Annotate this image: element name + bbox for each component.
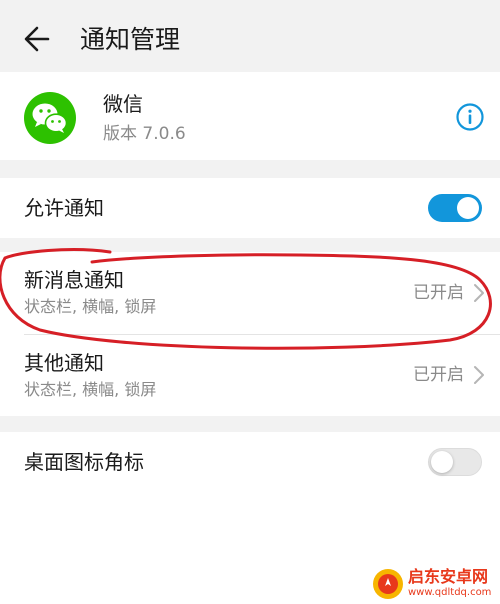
chevron-right-icon <box>474 284 484 302</box>
toggle-knob <box>431 451 453 473</box>
allow-notifications-label: 允许通知 <box>24 196 104 220</box>
channel-status: 已开启 <box>413 365 464 385</box>
desktop-badge-toggle[interactable] <box>428 448 482 476</box>
title-bar: 通知管理 <box>0 0 500 72</box>
app-info-button[interactable] <box>455 102 485 132</box>
watermark-name: 启东安卓网 <box>408 567 489 586</box>
chevron-right-icon <box>474 366 484 384</box>
app-info-card: 微信 版本 7.0.6 <box>0 72 500 160</box>
info-icon <box>456 103 484 131</box>
allow-notifications-row: 允许通知 <box>0 178 500 238</box>
app-name: 微信 <box>103 92 143 116</box>
watermark-logo-icon <box>373 569 403 599</box>
back-button[interactable] <box>18 20 58 60</box>
other-notification-row[interactable]: 其他通知 状态栏, 横幅, 锁屏 已开启 <box>0 335 500 416</box>
app-version: 版本 7.0.6 <box>103 124 186 144</box>
page-title: 通知管理 <box>80 25 181 54</box>
channel-status: 已开启 <box>413 283 464 303</box>
channel-detail: 状态栏, 横幅, 锁屏 <box>24 380 157 399</box>
channel-detail: 状态栏, 横幅, 锁屏 <box>24 297 157 316</box>
channel-label: 新消息通知 <box>24 268 124 292</box>
channel-label: 其他通知 <box>24 351 104 375</box>
arrow-left-icon <box>24 26 50 52</box>
notification-channels-card: 新消息通知 状态栏, 横幅, 锁屏 已开启 其他通知 状态栏, 横幅, 锁屏 已… <box>0 252 500 416</box>
wechat-logo-icon <box>24 92 76 144</box>
allow-notifications-toggle[interactable] <box>428 194 482 222</box>
toggle-knob <box>457 197 479 219</box>
watermark-url: www.qdltdq.com <box>408 587 492 598</box>
desktop-badge-label: 桌面图标角标 <box>24 450 144 474</box>
new-message-notification-row[interactable]: 新消息通知 状态栏, 横幅, 锁屏 已开启 <box>0 252 500 334</box>
